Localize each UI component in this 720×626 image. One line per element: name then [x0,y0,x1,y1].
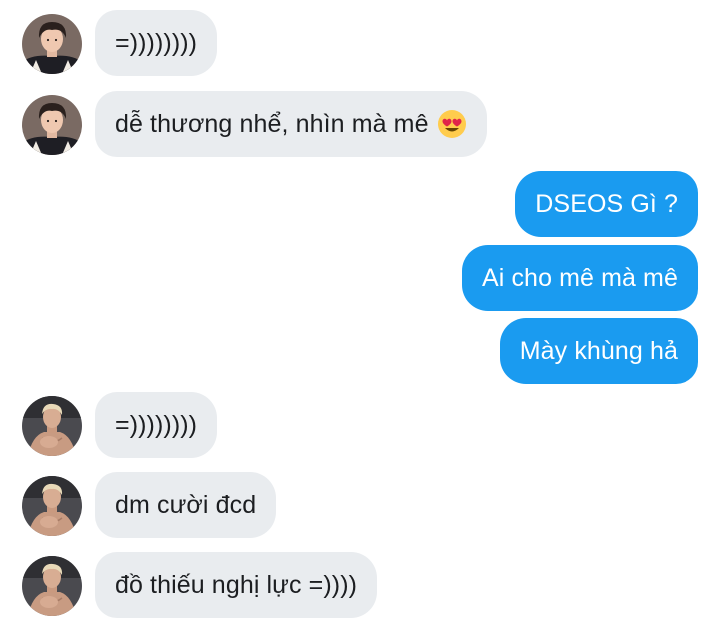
message-row: đồ thiếu nghị lực =)))) [0,552,720,618]
avatar[interactable] [22,476,82,536]
message-row: Ai cho mê mà mê [0,245,720,311]
avatar[interactable] [22,556,82,616]
avatar-boy-icon [22,95,82,155]
message-text: DSEOS Gì ? [535,189,678,218]
avatar-shirtless-boy-icon [22,476,82,536]
message-row: =)))))))) [0,10,720,76]
avatar[interactable] [22,14,82,74]
avatar-boy-icon [22,14,82,74]
heart-eyes-emoji-icon [437,110,466,138]
message-row: dễ thương nhể, nhìn mà mê [0,91,720,157]
message-text: dễ thương nhể, nhìn mà mê [115,109,429,138]
avatar[interactable] [22,396,82,456]
message-text: đồ thiếu nghị lực =)))) [115,570,358,599]
message-row: dm cười đcd [0,472,720,538]
incoming-message-bubble[interactable]: =)))))))) [95,392,218,458]
outgoing-message-bubble[interactable]: Mày khùng hả [499,318,698,384]
incoming-message-bubble[interactable]: dm cười đcd [95,472,277,538]
message-text: Mày khùng hả [519,336,678,365]
message-text: Ai cho mê mà mê [481,263,678,292]
avatar-shirtless-boy-icon [22,396,82,456]
message-text: =)))))))) [115,28,198,57]
message-row: DSEOS Gì ? [0,171,720,237]
incoming-message-bubble[interactable]: dễ thương nhể, nhìn mà mê [95,91,487,157]
outgoing-message-bubble[interactable]: Ai cho mê mà mê [461,245,698,311]
incoming-message-bubble[interactable]: đồ thiếu nghị lực =)))) [95,552,378,618]
message-text: dm cười đcd [115,490,257,519]
message-row: =)))))))) [0,392,720,458]
avatar-shirtless-boy-icon [22,556,82,616]
avatar[interactable] [22,95,82,155]
message-row: Mày khùng hả [0,318,720,384]
incoming-message-bubble[interactable]: =)))))))) [95,10,218,76]
outgoing-message-bubble[interactable]: DSEOS Gì ? [515,171,698,237]
message-text: =)))))))) [115,410,198,439]
